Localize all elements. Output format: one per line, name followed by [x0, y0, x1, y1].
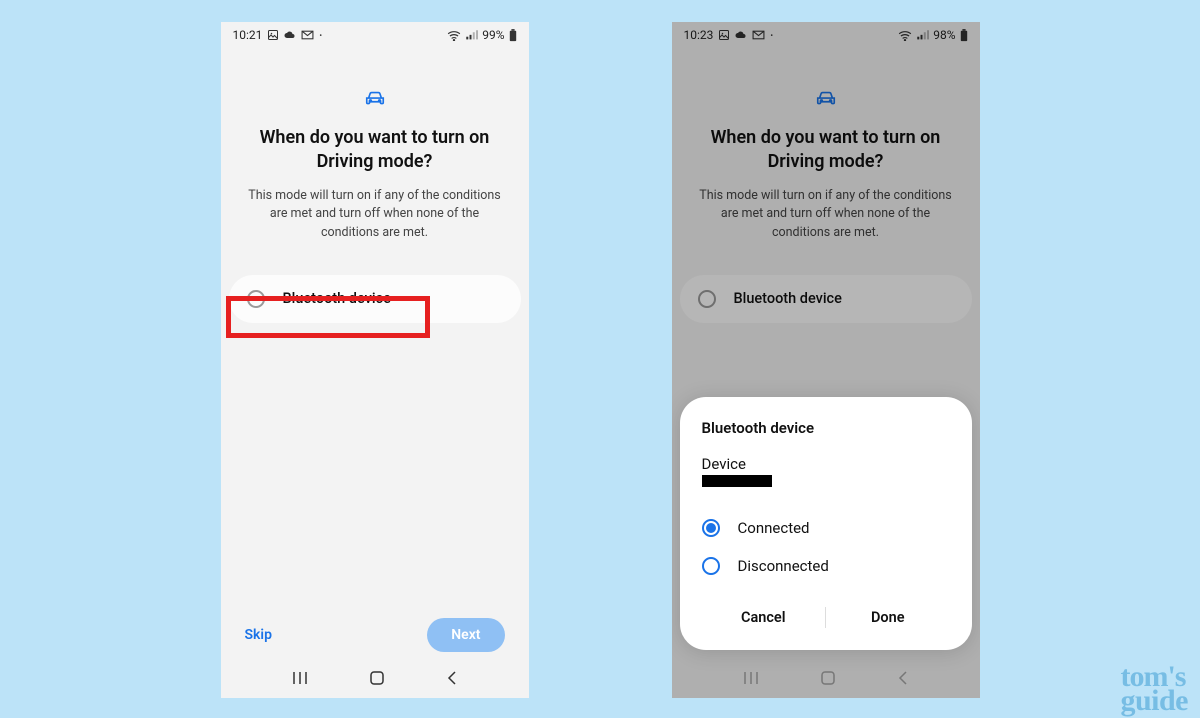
cancel-button[interactable]: Cancel [702, 599, 826, 636]
disconnected-option[interactable]: Disconnected [702, 547, 950, 585]
option-label: Bluetooth device [734, 290, 842, 307]
wifi-icon [898, 30, 912, 41]
gmail-icon [301, 30, 314, 40]
android-navbar [221, 662, 529, 698]
battery-icon [960, 29, 968, 42]
status-dot: • [319, 31, 322, 40]
home-icon[interactable] [820, 670, 836, 690]
status-dot: • [770, 31, 773, 40]
radio-icon [698, 290, 716, 308]
status-bar: 10:23 • 98% [672, 22, 980, 48]
image-icon [267, 29, 279, 41]
radio-icon [702, 557, 720, 575]
cloud-icon [284, 30, 296, 40]
page-title: When do you want to turn on Driving mode… [672, 126, 980, 175]
cloud-icon [735, 30, 747, 40]
signal-icon [916, 30, 929, 41]
device-name-redacted [702, 475, 772, 487]
image-icon [718, 29, 730, 41]
android-navbar [672, 662, 980, 698]
status-bar: 10:21 • 99% [221, 22, 529, 48]
phone-screenshot-left: 10:21 • 99% [221, 22, 529, 698]
option-label: Disconnected [738, 557, 829, 575]
car-icon [363, 88, 387, 110]
done-button[interactable]: Done [826, 599, 950, 636]
dialog-title: Bluetooth device [702, 419, 950, 437]
phone-screenshot-right: 10:23 • 98% [672, 22, 980, 698]
page-subtitle: This mode will turn on if any of the con… [221, 175, 529, 243]
car-icon [814, 88, 838, 110]
radio-icon [702, 519, 720, 537]
bluetooth-dialog: Bluetooth device Device Connected Discon… [680, 397, 972, 650]
status-time: 10:21 [233, 28, 263, 42]
device-field-label: Device [702, 455, 950, 473]
page-title: When do you want to turn on Driving mode… [221, 126, 529, 175]
recents-icon[interactable] [291, 670, 309, 690]
bluetooth-device-option[interactable]: Bluetooth device [680, 275, 972, 323]
home-icon[interactable] [369, 670, 385, 690]
recents-icon[interactable] [742, 670, 760, 690]
back-icon[interactable] [897, 670, 909, 690]
signal-icon [465, 30, 478, 41]
gmail-icon [752, 30, 765, 40]
connected-option[interactable]: Connected [702, 509, 950, 547]
radio-icon [247, 290, 265, 308]
back-icon[interactable] [446, 670, 458, 690]
status-time: 10:23 [684, 28, 714, 42]
bluetooth-device-option[interactable]: Bluetooth device [229, 275, 521, 323]
option-label: Connected [738, 519, 810, 537]
page-subtitle: This mode will turn on if any of the con… [672, 175, 980, 243]
wifi-icon [447, 30, 461, 41]
watermark-logo: tom's guide [1120, 665, 1188, 712]
option-label: Bluetooth device [283, 290, 391, 307]
status-battery-text: 98% [933, 28, 955, 42]
next-button[interactable]: Next [427, 618, 504, 652]
status-battery-text: 99% [482, 28, 504, 42]
battery-icon [509, 29, 517, 42]
skip-button[interactable]: Skip [245, 627, 272, 643]
